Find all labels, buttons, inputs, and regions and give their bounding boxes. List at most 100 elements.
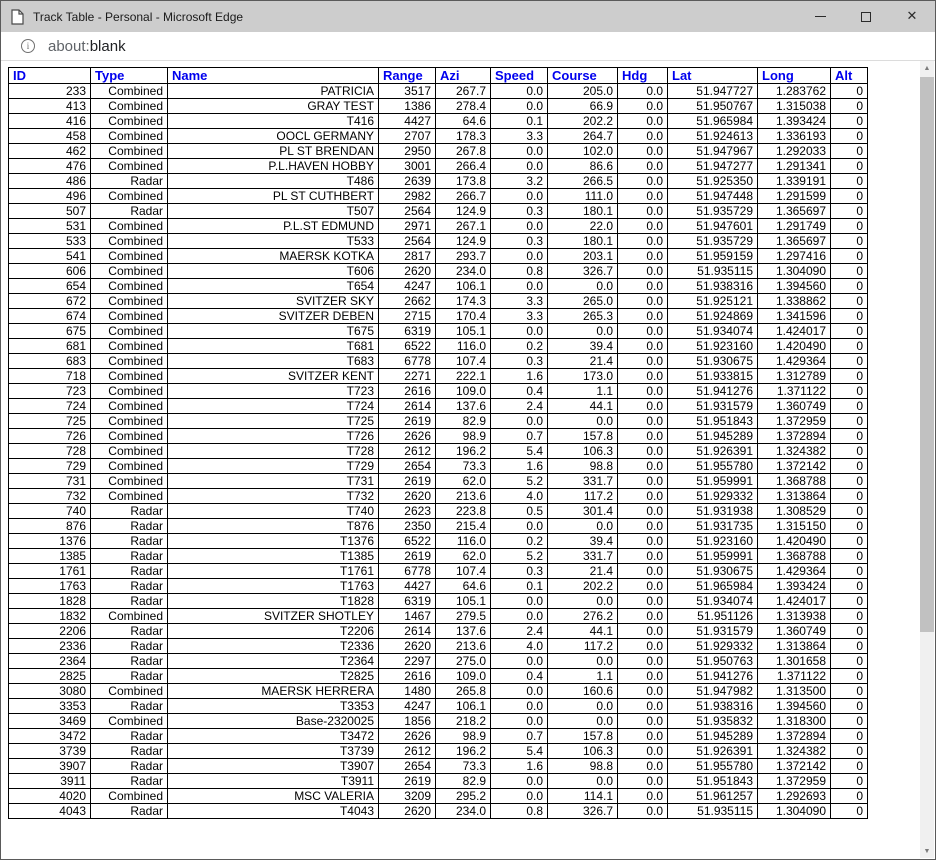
table-cell: Combined [91, 429, 168, 444]
title-bar[interactable]: Track Table - Personal - Microsoft Edge … [1, 1, 935, 32]
table-cell: 1.313500 [758, 684, 831, 699]
table-cell: Radar [91, 654, 168, 669]
column-header-range: Range [379, 68, 436, 84]
table-row: 674CombinedSVITZER DEBEN2715170.43.3265.… [9, 309, 868, 324]
table-cell: SVITZER SHOTLEY [168, 609, 379, 624]
table-cell: Radar [91, 204, 168, 219]
table-cell: 0 [831, 174, 868, 189]
table-cell: 2982 [379, 189, 436, 204]
table-cell: T725 [168, 414, 379, 429]
table-cell: Combined [91, 219, 168, 234]
vertical-scrollbar[interactable]: ▲ ▼ [920, 61, 934, 858]
minimize-button[interactable] [797, 1, 843, 32]
table-cell: 2620 [379, 264, 436, 279]
table-cell: 107.4 [436, 564, 491, 579]
table-cell: 674 [9, 309, 91, 324]
table-cell: P.L.HAVEN HOBBY [168, 159, 379, 174]
table-row: 4020CombinedMSC VALERIA3209295.20.0114.1… [9, 789, 868, 804]
table-cell: Combined [91, 384, 168, 399]
table-row: 3469CombinedBase-23200251856218.20.00.00… [9, 714, 868, 729]
table-cell: 0 [831, 414, 868, 429]
table-cell: Combined [91, 129, 168, 144]
table-cell: 0 [831, 429, 868, 444]
table-cell: 876 [9, 519, 91, 534]
table-cell: SVITZER DEBEN [168, 309, 379, 324]
table-cell: 0 [831, 144, 868, 159]
table-cell: 0.0 [548, 594, 618, 609]
scrollbar-thumb[interactable] [920, 77, 934, 632]
scroll-down-icon[interactable]: ▼ [920, 844, 934, 858]
table-row: 413CombinedGRAY TEST1386278.40.066.90.05… [9, 99, 868, 114]
table-row: 724CombinedT7242614137.62.444.10.051.931… [9, 399, 868, 414]
table-cell: 196.2 [436, 444, 491, 459]
table-cell: 0 [831, 699, 868, 714]
table-cell: 215.4 [436, 519, 491, 534]
table-cell: Combined [91, 189, 168, 204]
table-cell: 0.0 [491, 699, 548, 714]
table-cell: 1.372959 [758, 774, 831, 789]
table-row: 654CombinedT6544247106.10.00.00.051.9383… [9, 279, 868, 294]
url-text[interactable]: about:blank [48, 38, 126, 55]
table-cell: 541 [9, 249, 91, 264]
table-cell: 0.0 [618, 309, 668, 324]
table-cell: 0.2 [491, 339, 548, 354]
close-button[interactable]: ✕ [889, 1, 935, 32]
table-cell: 202.2 [548, 114, 618, 129]
table-cell: 3911 [9, 774, 91, 789]
table-cell: 0.0 [618, 684, 668, 699]
track-table: IDTypeNameRangeAziSpeedCourseHdgLatLongA… [8, 67, 868, 819]
table-cell: 0.0 [491, 519, 548, 534]
column-header-lat: Lat [668, 68, 758, 84]
table-cell: 413 [9, 99, 91, 114]
table-cell: 202.2 [548, 579, 618, 594]
table-cell: 4043 [9, 804, 91, 819]
table-cell: 234.0 [436, 804, 491, 819]
table-cell: 116.0 [436, 534, 491, 549]
table-header: IDTypeNameRangeAziSpeedCourseHdgLatLongA… [9, 68, 868, 84]
table-cell: T533 [168, 234, 379, 249]
table-cell: PL ST BRENDAN [168, 144, 379, 159]
table-cell: 1.324382 [758, 444, 831, 459]
table-cell: 82.9 [436, 414, 491, 429]
table-cell: 3209 [379, 789, 436, 804]
table-cell: 173.0 [548, 369, 618, 384]
table-cell: 0.0 [491, 279, 548, 294]
table-cell: Radar [91, 639, 168, 654]
table-cell: 51.947967 [668, 144, 758, 159]
table-cell: 326.7 [548, 804, 618, 819]
header-row: IDTypeNameRangeAziSpeedCourseHdgLatLongA… [9, 68, 868, 84]
table-cell: 295.2 [436, 789, 491, 804]
table-cell: Radar [91, 504, 168, 519]
table-cell: Combined [91, 399, 168, 414]
table-row: 683CombinedT6836778107.40.321.40.051.930… [9, 354, 868, 369]
table-cell: 0.0 [618, 294, 668, 309]
table-cell: 51.930675 [668, 564, 758, 579]
table-cell: Combined [91, 234, 168, 249]
table-cell: 105.1 [436, 324, 491, 339]
page-info-icon[interactable]: i [21, 39, 35, 53]
scroll-up-icon[interactable]: ▲ [920, 61, 934, 75]
table-cell: 51.931735 [668, 519, 758, 534]
table-cell: 1376 [9, 534, 91, 549]
table-cell: 0.0 [618, 624, 668, 639]
table-cell: 725 [9, 414, 91, 429]
table-cell: Combined [91, 414, 168, 429]
table-cell: 0.0 [618, 774, 668, 789]
table-row: 729CombinedT729265473.31.698.80.051.9557… [9, 459, 868, 474]
table-cell: 4427 [379, 114, 436, 129]
table-cell: 2619 [379, 414, 436, 429]
maximize-button[interactable] [843, 1, 889, 32]
table-cell: 51.951126 [668, 609, 758, 624]
table-cell: 98.8 [548, 759, 618, 774]
table-cell: 51.926391 [668, 444, 758, 459]
table-cell: 51.931579 [668, 624, 758, 639]
table-cell: 1.339191 [758, 174, 831, 189]
table-row: 1761RadarT17616778107.40.321.40.051.9306… [9, 564, 868, 579]
table-cell: 1.394560 [758, 279, 831, 294]
table-cell: 1.291599 [758, 189, 831, 204]
table-cell: 0 [831, 519, 868, 534]
address-bar[interactable]: i about:blank [1, 32, 935, 61]
table-cell: Combined [91, 99, 168, 114]
table-cell: T3739 [168, 744, 379, 759]
table-cell: OOCL GERMANY [168, 129, 379, 144]
